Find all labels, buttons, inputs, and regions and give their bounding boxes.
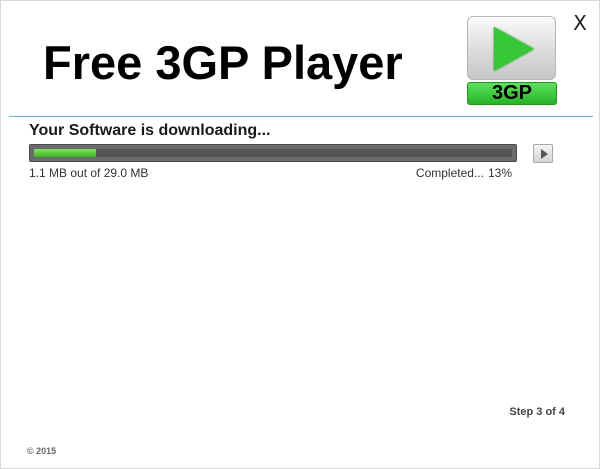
completed-status: Completed... 13% (412, 166, 512, 180)
installer-window: Free 3GP Player 3GP X Your Software is d… (0, 0, 600, 469)
close-button[interactable]: X (571, 13, 589, 33)
download-heading: Your Software is downloading... (29, 122, 271, 139)
play-triangle-icon (494, 27, 534, 71)
app-title: Free 3GP Player (43, 36, 403, 89)
progress-fill (34, 149, 97, 157)
completed-label: Completed... (415, 166, 484, 180)
header-divider (9, 116, 593, 117)
download-size-text: 1.1 MB out of 29.0 MB (29, 166, 149, 180)
logo-label: 3GP (467, 82, 557, 105)
app-logo: 3GP (467, 16, 557, 105)
play-icon (541, 149, 548, 159)
play-button[interactable] (533, 144, 553, 163)
logo-tile (467, 16, 556, 80)
step-indicator: Step 3 of 4 (509, 406, 565, 418)
copyright-text: © 2015 (27, 446, 57, 456)
progress-track-inner (34, 149, 512, 157)
download-progress-bar (29, 144, 517, 162)
completed-percent: 13% (487, 166, 512, 180)
